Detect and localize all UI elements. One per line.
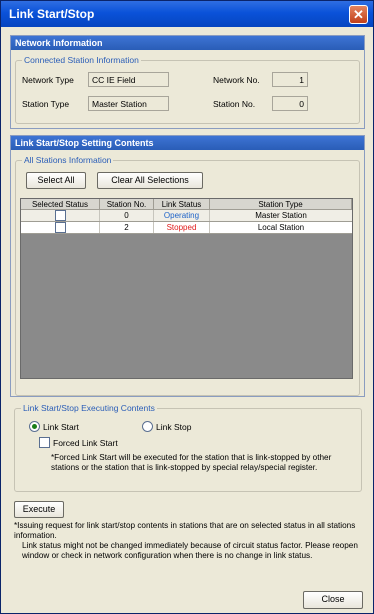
- row-select-cell[interactable]: [21, 222, 100, 234]
- network-information-panel: Network Information Connected Station In…: [10, 35, 365, 129]
- network-type-label: Network Type: [22, 75, 74, 85]
- link-stop-radio[interactable]: [142, 421, 153, 432]
- station-type-cell: Local Station: [257, 223, 305, 232]
- executing-contents-group: Link Start/Stop Executing Contents Link …: [14, 403, 362, 492]
- col-header-selected-status[interactable]: Selected Status: [21, 199, 100, 210]
- table-row[interactable]: 0 Operating Master Station: [21, 210, 352, 222]
- col-header-station-no[interactable]: Station No.: [100, 199, 154, 210]
- network-no-field: 1: [272, 72, 308, 87]
- forced-link-start-label[interactable]: Forced Link Start: [53, 438, 118, 448]
- stations-grid: Selected Status Station No. Link Status …: [20, 198, 353, 379]
- col-header-station-type[interactable]: Station Type: [210, 199, 352, 210]
- execute-button[interactable]: Execute: [14, 501, 64, 518]
- station-no-field: 0: [272, 96, 308, 111]
- station-type-field: Master Station: [88, 96, 169, 111]
- forced-link-start-checkbox[interactable]: [39, 437, 50, 448]
- close-icon[interactable]: ✕: [349, 5, 368, 24]
- window-title: Link Start/Stop: [9, 7, 95, 21]
- network-no-label: Network No.: [213, 75, 260, 85]
- connected-station-group: Connected Station Information Network Ty…: [15, 55, 360, 124]
- link-status-cell: Operating: [154, 210, 210, 221]
- station-no-cell: 2: [100, 222, 154, 233]
- footer-note-request: *Issuing request for link start/stop con…: [14, 521, 356, 540]
- link-start-label[interactable]: Link Start: [43, 422, 79, 432]
- setting-contents-header: Link Start/Stop Setting Contents: [11, 136, 364, 150]
- row-checkbox[interactable]: [54, 222, 66, 234]
- link-status-cell: Stopped: [154, 222, 210, 233]
- link-start-stop-window: Link Start/Stop ✕ Network Information Co…: [0, 0, 374, 614]
- network-information-header: Network Information: [11, 36, 364, 50]
- network-type-field: CC IE Field: [88, 72, 169, 87]
- link-stop-label[interactable]: Link Stop: [156, 422, 191, 432]
- row-checkbox[interactable]: [54, 210, 66, 222]
- clear-all-selections-button[interactable]: Clear All Selections: [97, 172, 203, 189]
- col-header-link-status[interactable]: Link Status: [154, 199, 210, 210]
- all-stations-title: All Stations Information: [22, 155, 114, 165]
- title-bar[interactable]: Link Start/Stop ✕: [1, 1, 373, 27]
- station-no-cell: 0: [100, 210, 154, 221]
- footer-note-status: Link status might not be changed immedia…: [22, 541, 358, 560]
- link-start-radio[interactable]: [29, 421, 40, 432]
- close-button[interactable]: Close: [303, 591, 363, 609]
- forced-link-start-note: *Forced Link Start will be executed for …: [51, 453, 332, 472]
- station-no-label: Station No.: [213, 99, 256, 109]
- executing-contents-title: Link Start/Stop Executing Contents: [21, 403, 157, 413]
- table-row[interactable]: 2 Stopped Local Station: [21, 222, 352, 234]
- row-select-cell[interactable]: [21, 210, 100, 222]
- select-all-button[interactable]: Select All: [26, 172, 86, 189]
- connected-station-title: Connected Station Information: [22, 55, 141, 65]
- station-type-cell: Master Station: [255, 211, 307, 220]
- station-type-label: Station Type: [22, 99, 70, 109]
